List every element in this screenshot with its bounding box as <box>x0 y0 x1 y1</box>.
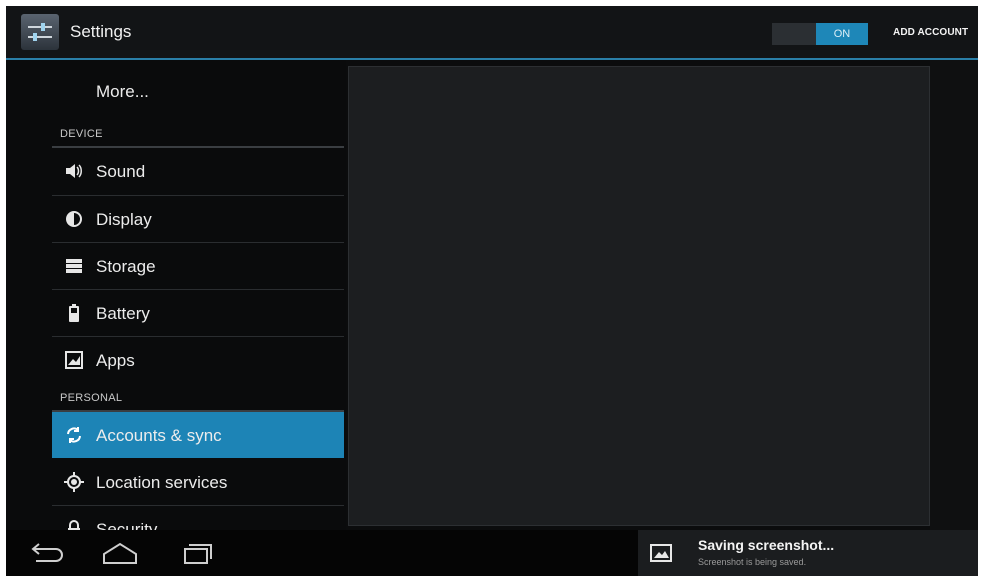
screenshot-notification[interactable]: Saving screenshot... Screenshot is being… <box>638 530 978 576</box>
list-item-apps[interactable]: Apps <box>52 337 344 383</box>
list-item-battery[interactable]: Battery <box>52 290 344 336</box>
notification-subtitle: Screenshot is being saved. <box>698 557 807 567</box>
list-item-label: Sound <box>96 162 146 181</box>
toggle-on-label: ON <box>816 23 868 45</box>
apps-icon <box>64 350 84 370</box>
list-item-label: Location services <box>96 473 228 492</box>
action-bar: Settings ON ADD ACCOUNT <box>6 6 978 60</box>
list-item-accounts-sync[interactable]: Accounts & sync <box>52 412 344 458</box>
page-title: Settings <box>70 22 132 41</box>
home-icon[interactable] <box>98 538 142 568</box>
add-account-button[interactable]: ADD ACCOUNT <box>893 27 968 38</box>
section-header-personal: PERSONAL <box>60 392 123 404</box>
list-item-sound[interactable]: Sound <box>52 148 344 194</box>
section-header-device: DEVICE <box>60 128 103 140</box>
list-item-label: Accounts & sync <box>96 426 222 445</box>
settings-list: More... DEVICE Sound Display Storage Bat… <box>6 60 346 539</box>
storage-icon <box>64 256 84 276</box>
list-item-label: More... <box>96 82 149 101</box>
location-icon <box>64 472 84 492</box>
recent-apps-icon[interactable] <box>176 538 220 568</box>
back-icon[interactable] <box>26 538 70 568</box>
brightness-icon <box>64 209 84 229</box>
list-item-more[interactable]: More... <box>52 68 344 114</box>
speaker-icon <box>64 161 84 181</box>
list-item-label: Battery <box>96 304 150 323</box>
settings-app-icon[interactable] <box>21 14 59 50</box>
list-item-storage[interactable]: Storage <box>52 243 344 289</box>
list-item-label: Display <box>96 210 152 229</box>
list-item-label: Apps <box>96 351 135 370</box>
sync-icon <box>64 425 84 445</box>
account-sync-toggle[interactable]: ON <box>772 23 868 45</box>
list-item-label: Storage <box>96 257 156 276</box>
detail-pane <box>348 66 930 526</box>
battery-icon <box>64 303 84 323</box>
list-item-display[interactable]: Display <box>52 196 344 242</box>
list-item-location-services[interactable]: Location services <box>52 459 344 505</box>
right-margin <box>930 60 978 530</box>
android-screen: Settings ON ADD ACCOUNT More... DEVICE S… <box>6 6 978 576</box>
image-icon <box>650 543 672 563</box>
notification-title: Saving screenshot... <box>698 537 835 553</box>
